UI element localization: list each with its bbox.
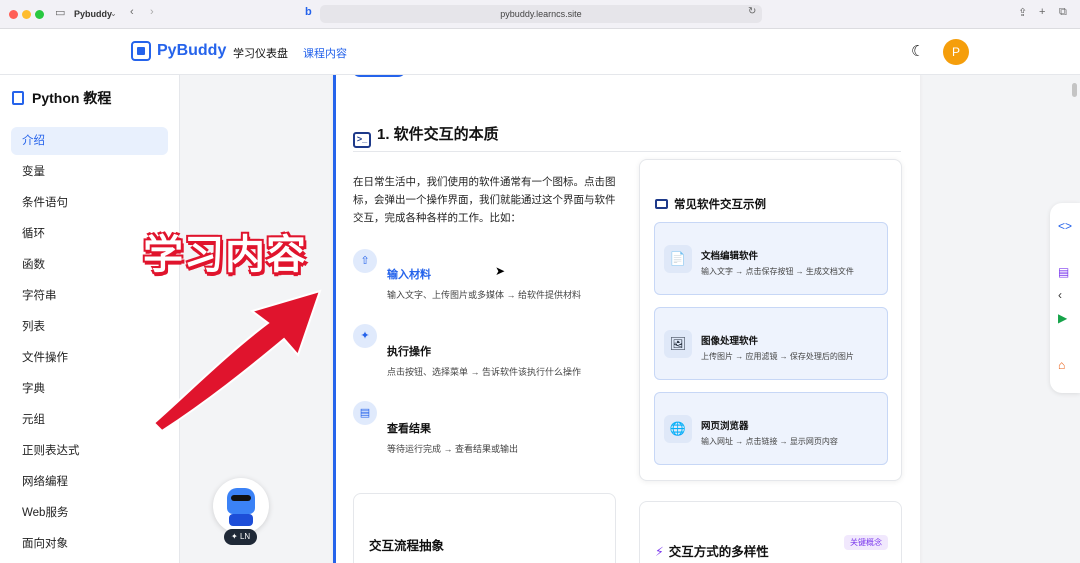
sidebar-item-oop[interactable]: 面向对象 — [11, 530, 168, 558]
sidebar-item-web-services[interactable]: Web服务 — [11, 499, 168, 527]
image-icon: 🖼 — [664, 330, 692, 358]
document-icon: ▤ — [353, 401, 377, 425]
nav-course-content[interactable]: 课程内容 — [303, 45, 347, 61]
chevron-down-icon[interactable]: ⌄ — [110, 9, 117, 18]
book-icon — [12, 91, 24, 105]
section-title-text: 1. 软件交互的本质 — [377, 126, 499, 143]
divider — [353, 151, 901, 152]
example-title: 文档编辑软件 — [701, 251, 759, 262]
brand-name[interactable]: PyBuddy — [157, 42, 226, 60]
chip-logo-icon — [131, 41, 151, 61]
example-card[interactable]: 🌐 网页浏览器 输入网址 → 点击链接 → 显示网页内容 — [654, 392, 888, 465]
step-title: 查看结果 — [387, 423, 431, 435]
red-arrow-annotation — [152, 289, 322, 433]
sidebar-item-strings[interactable]: 字符串 — [11, 282, 168, 310]
example-desc: 输入网址 → 点击链接 → 显示网页内容 — [701, 437, 838, 446]
example-title: 网页浏览器 — [701, 421, 749, 432]
right-floating-toolbar: <> ▤ ‹ ▶ ⌂ — [1050, 203, 1080, 393]
back-icon[interactable]: ‹ — [130, 6, 134, 18]
new-tab-icon[interactable]: + — [1039, 6, 1045, 18]
dark-mode-moon-icon[interactable]: ☾ — [911, 42, 924, 60]
sidebar-item-intro[interactable]: 介绍 — [11, 127, 168, 155]
forward-icon[interactable]: › — [150, 6, 154, 18]
mascot-body — [229, 514, 253, 526]
sidebar-item-regex[interactable]: 正则表达式 — [11, 437, 168, 465]
sidebar-item-conditionals[interactable]: 条件语句 — [11, 189, 168, 217]
terminal-icon: >_ — [353, 132, 371, 148]
reload-icon[interactable]: ↻ — [748, 6, 756, 17]
diversity-title: ⚡ 交互方式的多样性 — [655, 541, 769, 560]
diversity-title-text: 交互方式的多样性 — [668, 545, 769, 559]
robot-icon[interactable]: ⌂ — [1058, 358, 1065, 372]
browser-toolbar: ▭ Pybuddy ⌄ ‹ › b pybuddy.learncs.site ↻… — [0, 0, 1080, 29]
overlay-annotation-text: 学习内容 — [143, 233, 307, 277]
example-card[interactable]: 🖼 图像处理软件 上传图片 → 应用滤镜 → 保存处理后的图片 — [654, 307, 888, 380]
example-title: 图像处理软件 — [701, 336, 759, 347]
window-minimize-button[interactable] — [22, 10, 31, 19]
mouse-cursor-icon: ➤ — [495, 264, 506, 278]
sidebar-item-dictionaries[interactable]: 字典 — [11, 375, 168, 403]
sidebar-title: Python 教程 — [12, 88, 111, 108]
code-icon[interactable]: <> — [1058, 219, 1072, 233]
upload-icon: ⇧ — [353, 249, 377, 273]
nav-dashboard[interactable]: 学习仪表盘 — [233, 45, 288, 61]
step-desc: 输入文字、上传图片或多媒体 → 给软件提供材料 — [387, 290, 582, 300]
flow-card: 交互流程抽象 — [353, 493, 616, 563]
window-maximize-button[interactable] — [35, 10, 44, 19]
step-desc: 等待运行完成 → 查看结果或输出 — [387, 444, 519, 454]
step-desc: 点击按钮、选择菜单 → 告诉软件该执行什么操作 — [387, 367, 582, 377]
url-text: pybuddy.learncs.site — [500, 9, 582, 19]
play-icon[interactable]: ▶ — [1058, 311, 1067, 325]
lightning-icon: ⚡ — [655, 545, 664, 559]
notes-icon[interactable]: ▤ — [1058, 265, 1069, 279]
sidebar-item-lists[interactable]: 列表 — [11, 313, 168, 341]
examples-title-text: 常见软件交互示例 — [674, 199, 766, 211]
mascot-badge-text: LN — [239, 532, 251, 541]
app-header: PyBuddy 学习仪表盘 课程内容 ☾ P — [0, 29, 1080, 75]
step-title: 输入材料 — [387, 269, 431, 281]
collapse-chevron-icon[interactable]: ‹ — [1058, 288, 1062, 302]
tab-group-title[interactable]: Pybuddy — [74, 9, 112, 19]
mascot-avatar[interactable] — [213, 478, 269, 534]
window-close-button[interactable] — [9, 10, 18, 19]
globe-icon: 🌐 — [664, 415, 692, 443]
mascot-sunglasses — [231, 495, 251, 501]
lesson-card: >_ 1. 软件交互的本质 在日常生活中，我们使用的软件通常有一个图标。点击图标，… — [333, 75, 920, 563]
user-avatar[interactable]: P — [943, 39, 969, 65]
mascot-face — [227, 488, 255, 514]
sparkle-icon: ✦ — [231, 532, 240, 541]
section-title: >_ 1. 软件交互的本质 — [353, 123, 499, 148]
flow-title: 交互流程抽象 — [369, 539, 445, 553]
sidebar-item-variables[interactable]: 变量 — [11, 158, 168, 186]
step-title: 执行操作 — [387, 346, 431, 358]
examples-title: 常见软件交互示例 — [655, 196, 766, 212]
example-desc: 上传图片 → 应用滤镜 → 保存处理后的图片 — [701, 352, 854, 361]
monitor-icon — [655, 199, 668, 209]
tab-overview-icon[interactable]: ⧉ — [1059, 6, 1067, 19]
mascot-badge[interactable]: ✦ LN — [224, 529, 258, 545]
diversity-card: ⚡ 交互方式的多样性 关键概念 — [639, 501, 902, 563]
scrollbar[interactable] — [1072, 83, 1077, 97]
example-desc: 输入文字 → 点击保存按钮 → 生成文档文件 — [701, 267, 854, 276]
intro-paragraph: 在日常生活中，我们使用的软件通常有一个图标。点击图标，会弹出一个操作界面，我们就… — [353, 176, 616, 224]
sidebar-item-tuples[interactable]: 元组 — [11, 406, 168, 434]
bing-icon[interactable]: b — [305, 6, 312, 18]
sidebar-toggle-icon[interactable]: ▭ — [55, 6, 65, 19]
sidebar-title-text: Python 教程 — [32, 90, 112, 106]
address-bar[interactable]: pybuddy.learncs.site — [320, 5, 762, 23]
share-icon[interactable]: ⇪ — [1018, 6, 1027, 19]
click-icon: ✦ — [353, 324, 377, 348]
document-edit-icon: 📄 — [664, 245, 692, 273]
key-concept-badge: 关键概念 — [844, 535, 888, 550]
examples-panel: 常见软件交互示例 📄 文档编辑软件 输入文字 → 点击保存按钮 → 生成文档文件… — [639, 159, 902, 481]
card-top-tab — [352, 75, 406, 77]
example-card[interactable]: 📄 文档编辑软件 输入文字 → 点击保存按钮 → 生成文档文件 — [654, 222, 888, 295]
sidebar-item-networking[interactable]: 网络编程 — [11, 468, 168, 496]
sidebar-item-file-ops[interactable]: 文件操作 — [11, 344, 168, 372]
